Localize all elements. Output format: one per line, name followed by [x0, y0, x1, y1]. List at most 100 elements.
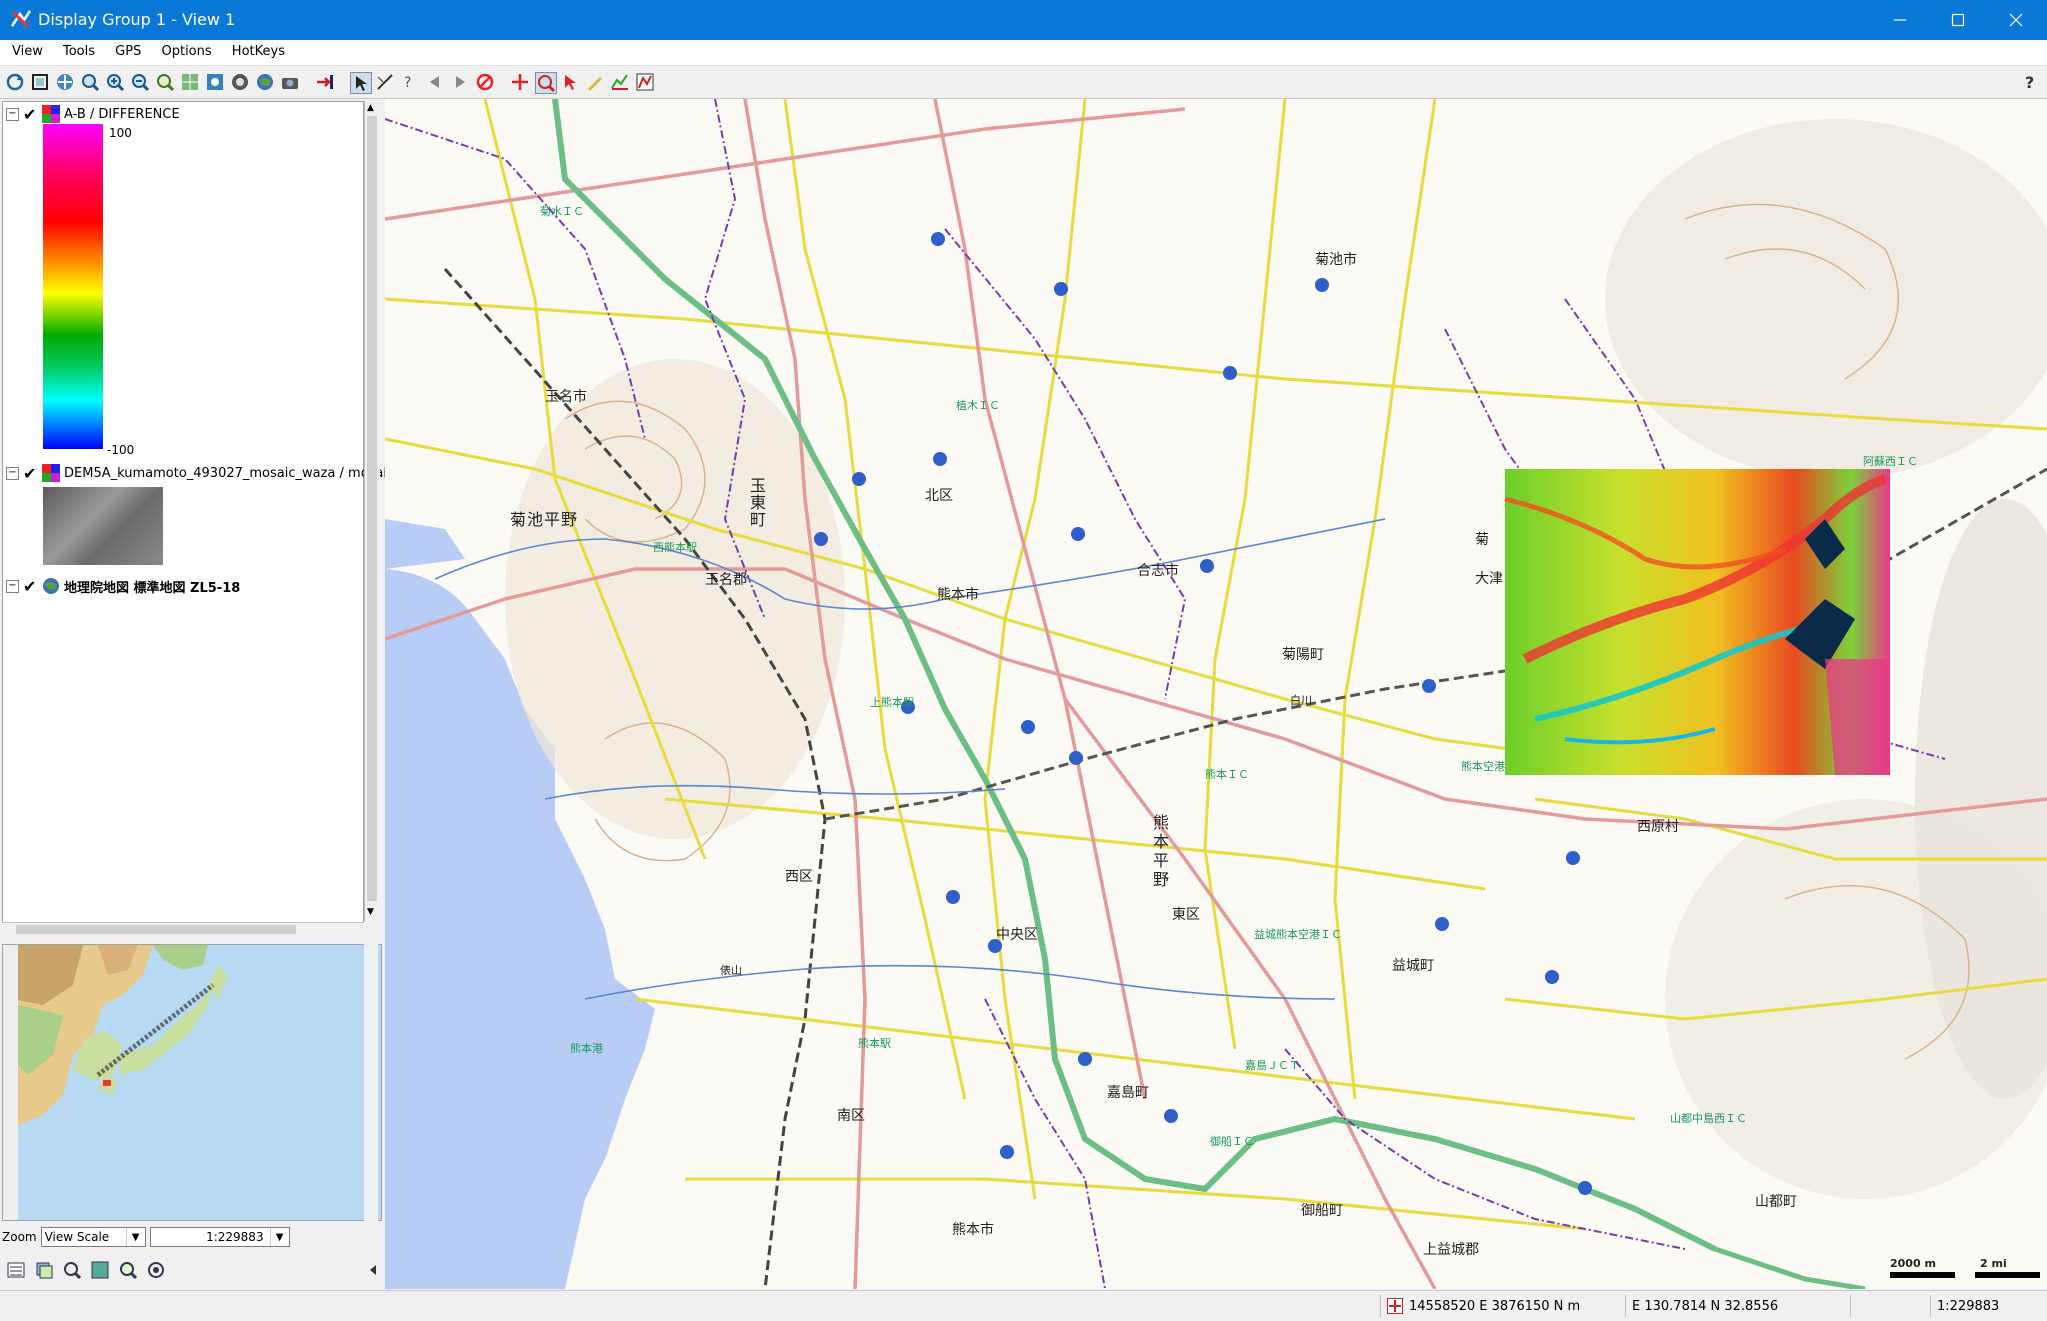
map-label: 玉名郡 [705, 572, 747, 588]
legend-toolbar [0, 1255, 385, 1285]
menu-gps[interactable]: GPS [107, 40, 149, 59]
menu-options[interactable]: Options [153, 40, 219, 59]
layer-row-dem[interactable]: − ✔ DEM5A_kumamoto_493027_mosaic_waza / … [6, 463, 394, 483]
scale-bar-metric-label: 2000 m [1890, 1257, 1936, 1270]
raster-layer-icon [42, 464, 60, 482]
close-button[interactable] [1987, 0, 2045, 40]
globe-icon [43, 578, 59, 594]
gps-icon[interactable] [230, 72, 250, 92]
map-label: 菊水ＩＣ [540, 205, 584, 218]
map-label: 嘉島ＪＣＴ [1245, 1059, 1300, 1072]
menu-hotkeys[interactable]: HotKeys [224, 40, 293, 59]
maximize-button[interactable] [1929, 0, 1987, 40]
utm-coordinates: 14558520 E 3876150 N m [1380, 1295, 1632, 1317]
map-label: 南区 [837, 1108, 865, 1124]
measure-icon[interactable] [375, 72, 395, 92]
map-label: 大津 [1475, 571, 1503, 587]
scale-bar-imperial-label: 2 mi [1980, 1257, 2007, 1270]
select-tool-icon[interactable] [350, 72, 372, 94]
search-icon[interactable] [62, 1260, 82, 1280]
layers-icon[interactable] [34, 1260, 54, 1280]
map-label: 御船ＩＣ [1210, 1135, 1254, 1148]
overview-map[interactable] [2, 944, 382, 1221]
magnifier-tool-icon[interactable] [535, 72, 557, 94]
zoom-scale-input[interactable]: 1:229883 ▼ [149, 1227, 290, 1247]
histogram-icon[interactable] [635, 72, 655, 92]
pan-icon[interactable] [55, 72, 75, 92]
map-label: 白川 [1290, 694, 1312, 707]
camera-icon[interactable] [280, 72, 300, 92]
zoom-layer-icon[interactable] [180, 72, 200, 92]
app-icon [10, 10, 32, 29]
help-icon[interactable]: ? [2020, 72, 2040, 92]
overview-scrollbar[interactable] [364, 944, 378, 1221]
collapse-icon[interactable]: − [6, 107, 19, 121]
minimize-button[interactable] [1871, 0, 1929, 40]
redraw-icon[interactable] [5, 72, 25, 92]
forward-icon[interactable] [450, 72, 470, 92]
checkmark-icon[interactable]: ✔ [23, 464, 39, 483]
latlon-coordinates: E 130.7814 N 32.8556 [1625, 1295, 1852, 1317]
layer-row-difference[interactable]: − ✔ A-B / DIFFERENCE [6, 104, 180, 124]
title-bar: Display Group 1 - View 1 [0, 0, 2047, 40]
zoom-mode-select[interactable]: View Scale ▼ [40, 1227, 146, 1247]
map-view[interactable]: 菊池市 玉名市 菊池平野 玉東町 玉名郡 北区 熊本市 合志市 菊陽町 大津 菊… [385, 99, 2047, 1289]
scroll-down-icon[interactable]: ▼ [367, 907, 377, 917]
zoom-scale-value: 1:229883 [206, 1230, 264, 1244]
map-label: 上益城郡 [1423, 1242, 1479, 1258]
utm-text: 14558520 E 3876150 N m [1409, 1298, 1581, 1314]
profile-icon[interactable] [610, 72, 630, 92]
export-icon[interactable] [315, 72, 335, 92]
map-label: 熊本市 [952, 1222, 994, 1238]
crosshair-icon[interactable] [510, 72, 530, 92]
globe-icon[interactable] [255, 72, 275, 92]
map-label: 熊本駅 [858, 1037, 891, 1050]
zoom-in-icon[interactable] [105, 72, 125, 92]
map-label: 嘉島町 [1107, 1085, 1149, 1101]
edit-icon[interactable] [585, 72, 605, 92]
map-label: 熊本ＩＣ [1205, 768, 1249, 781]
map-label: 西原村 [1637, 819, 1679, 835]
chevron-down-icon[interactable]: ▼ [125, 1228, 145, 1246]
zoom-to-layer-icon[interactable] [90, 1260, 110, 1280]
menu-view[interactable]: View [4, 40, 51, 59]
minimize-icon [1894, 19, 1906, 21]
legend-horizontal-scrollbar[interactable] [2, 922, 362, 937]
checkmark-icon[interactable]: ✔ [23, 577, 39, 596]
map-label: 西熊本駅 [653, 541, 697, 554]
scale-status: 1:229883 [1930, 1295, 2037, 1317]
collapse-icon[interactable]: − [6, 466, 19, 480]
layer-list-icon[interactable] [6, 1260, 26, 1280]
map-label: 西区 [785, 869, 813, 885]
layer-name: DEM5A_kumamoto_493027_mosaic_waza / mosa… [64, 465, 395, 481]
menu-tools[interactable]: Tools [55, 40, 103, 59]
zoom-out-icon[interactable] [130, 72, 150, 92]
zoom-extent-icon[interactable] [118, 1260, 138, 1280]
scroll-thumb[interactable] [367, 116, 377, 901]
map-label: 東区 [1172, 907, 1200, 923]
map-label: 北区 [925, 488, 953, 504]
chevron-down-icon[interactable]: ▼ [269, 1228, 289, 1246]
back-icon[interactable] [425, 72, 445, 92]
map-label: 菊池市 [1315, 252, 1357, 268]
zoom-fit-icon[interactable] [146, 1260, 166, 1280]
zoom-previous-icon[interactable] [155, 72, 175, 92]
zoom-box-icon[interactable] [80, 72, 100, 92]
scroll-up-icon[interactable]: ▲ [367, 103, 377, 113]
collapse-panel-icon[interactable] [368, 1264, 378, 1276]
pointer-icon[interactable] [560, 72, 580, 92]
collapse-icon[interactable]: − [6, 579, 19, 593]
maximize-icon [1951, 13, 1965, 27]
scroll-thumb[interactable] [16, 925, 296, 934]
stop-icon[interactable] [475, 72, 495, 92]
query-icon[interactable]: ? [400, 72, 420, 92]
window-title: Display Group 1 - View 1 [38, 10, 236, 29]
full-view-icon[interactable] [30, 72, 50, 92]
layer-row-basemap[interactable]: − ✔ 地理院地図 標準地図 ZL5-18 [6, 576, 240, 596]
empty-status-cell [1850, 1295, 1937, 1317]
checkmark-icon[interactable]: ✔ [23, 105, 39, 124]
zoom-group-icon[interactable] [205, 72, 225, 92]
legend-vertical-scrollbar[interactable]: ▲ ▼ [364, 101, 380, 921]
map-label: 山都町 [1755, 1194, 1797, 1210]
map-label: 玉名市 [545, 389, 587, 405]
